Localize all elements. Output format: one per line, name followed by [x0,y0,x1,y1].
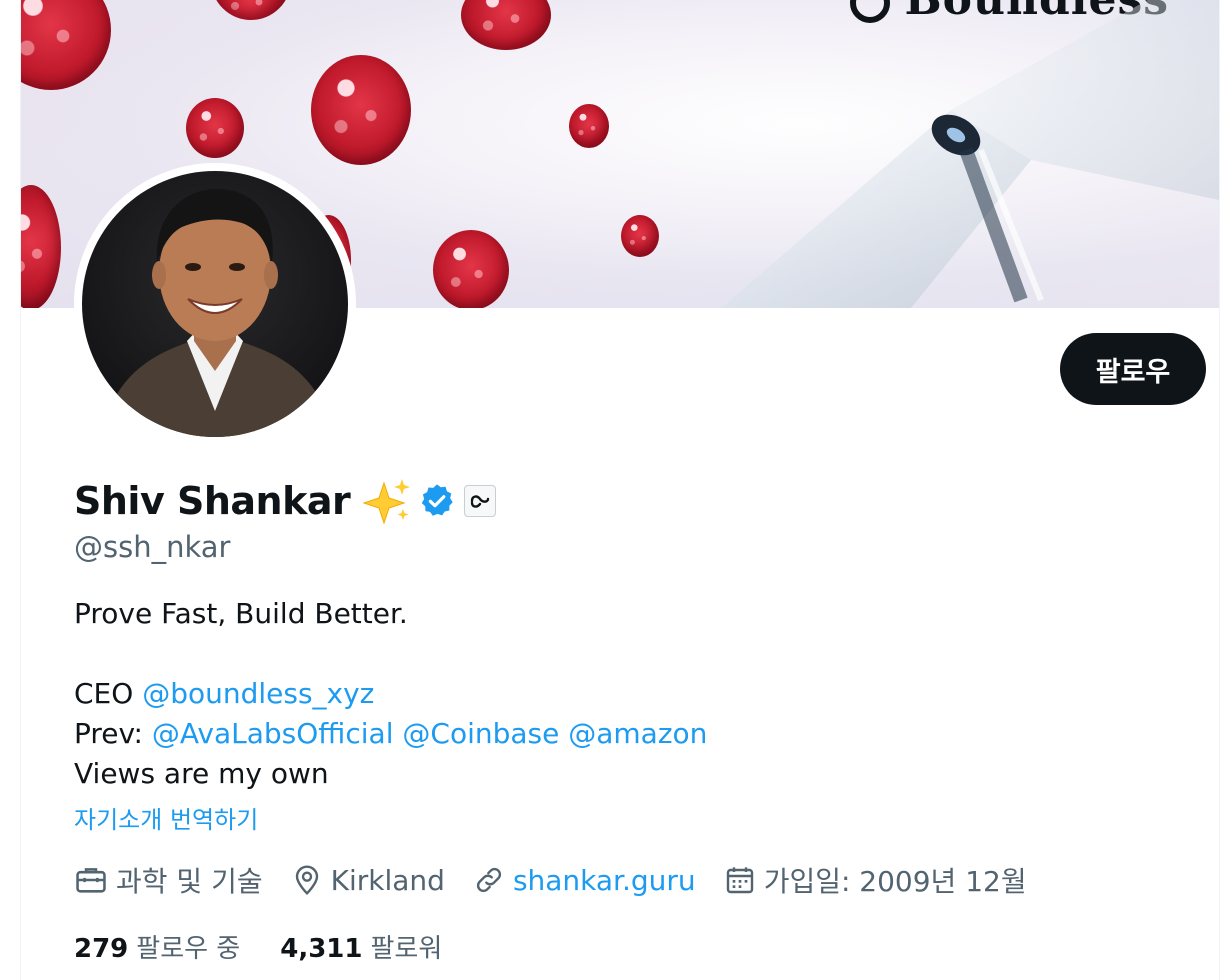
translate-bio-link[interactable]: 자기소개 번역하기 [74,800,258,835]
profile-page: Boundless [0,0,1222,980]
follow-button[interactable]: 팔로우 [1060,333,1206,405]
profile-column: Boundless [20,0,1220,980]
mention-link-avalabs[interactable]: @AvaLabsOfficial [152,717,394,750]
following-stat-link[interactable]: 279 팔로우 중 [74,928,240,965]
following-label: 팔로우 중 [136,933,241,964]
meta-joined-text: 가입일: 2009년 12월 [763,865,1027,898]
mention-link-coinbase[interactable]: @Coinbase [402,717,559,750]
profile-avatar[interactable] [74,163,356,445]
bio-line-views: Views are my own [74,757,329,790]
sparkles-icon [362,477,412,525]
meta-category: 과학 및 기술 [74,860,263,900]
avatar-photo [82,171,348,437]
followers-label: 팔로워 [370,933,443,964]
bio-ceo-prefix: CEO [74,677,143,710]
bio-line-prev: Prev: @AvaLabsOfficial @Coinbase @amazon [74,714,707,754]
profile-stats-row: 279 팔로우 중 4,311 팔로워 [74,926,482,966]
meta-location-text: Kirkland [330,863,445,897]
profile-handle: @ssh_nkar [74,530,231,564]
profile-meta-row: 과학 및 기술 Kirkland shankar.guru 가입일: 2009년… [74,860,1055,900]
following-count: 279 [74,933,129,964]
bio-line: Prove Fast, Build Better. [74,597,408,630]
website-link[interactable]: shankar.guru [513,864,696,897]
meta-website[interactable]: shankar.guru [473,864,696,897]
name-row: Shiv Shankar [74,476,497,526]
profile-bio: Prove Fast, Build Better. CEO @boundless… [74,594,707,794]
display-name: Shiv Shankar [74,479,351,523]
followers-count: 4,311 [280,933,363,964]
followers-stat-link[interactable]: 4,311 팔로워 [280,928,442,965]
bio-line-ceo: CEO @boundless_xyz [74,674,707,714]
meta-joined: 가입일: 2009년 12월 [724,860,1027,900]
briefcase-icon [76,868,106,893]
meta-category-text: 과학 및 기술 [116,865,263,898]
link-icon [476,867,502,893]
verified-badge-icon[interactable] [418,482,456,520]
meta-location: Kirkland [291,863,445,897]
mention-link-boundless[interactable]: @boundless_xyz [142,677,374,710]
mention-link-amazon[interactable]: @amazon [568,717,707,750]
calendar-icon [726,867,753,894]
bio-prev-prefix: Prev: [74,717,152,750]
affiliate-logo-icon[interactable] [464,485,497,517]
map-pin-icon [295,865,318,896]
